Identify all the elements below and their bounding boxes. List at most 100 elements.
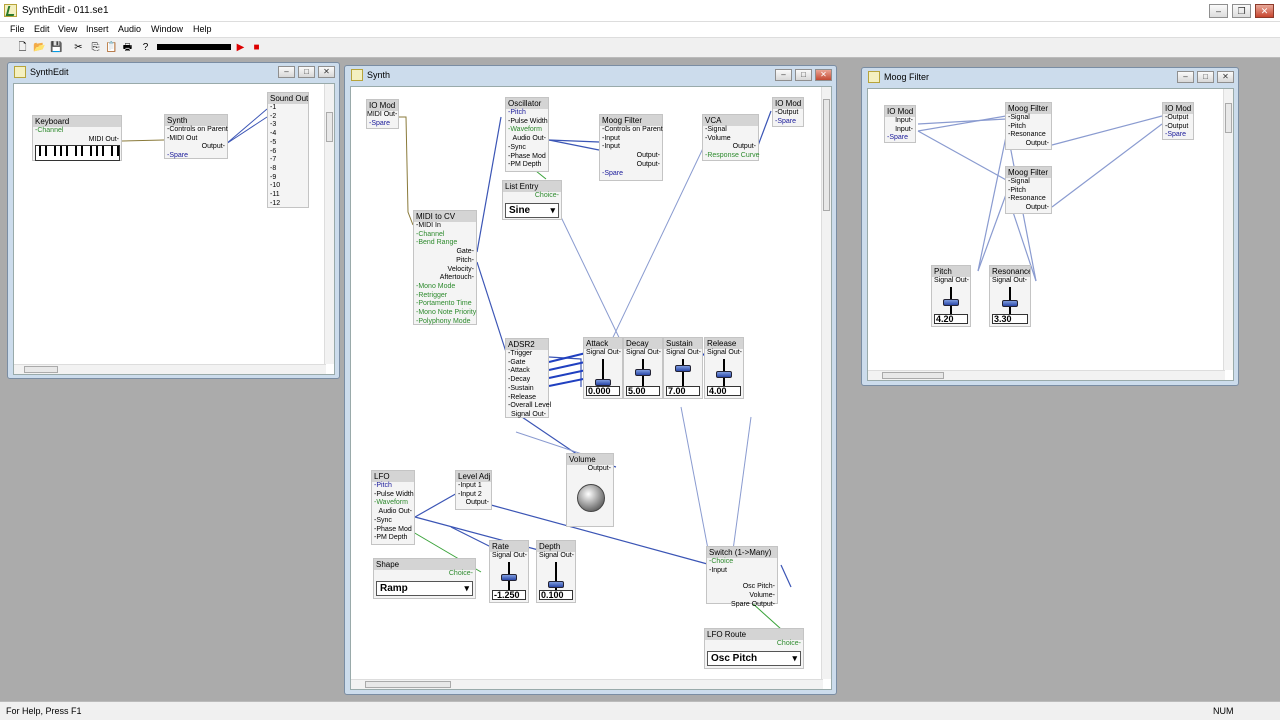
close-button[interactable]: ✕ — [318, 66, 335, 78]
depth-slider-module[interactable]: Depth Signal Out- 0.100 — [536, 540, 576, 603]
module-title: Sustain — [664, 338, 702, 349]
menu-file[interactable]: File — [10, 24, 25, 34]
slider-knob[interactable] — [595, 379, 611, 386]
module-title: Moog Filter — [1006, 167, 1051, 178]
midi-to-cv-module[interactable]: MIDI to CV -MIDI In -Channel -Bend Range… — [413, 210, 477, 325]
vca-module[interactable]: VCA -Signal -Volume Output- -Response Cu… — [702, 114, 759, 161]
pitch-slider-module[interactable]: Pitch Signal Out- 4.20 — [931, 265, 971, 327]
synth-container-module[interactable]: Synth -Controls on Parent -MIDI Out Outp… — [164, 114, 228, 159]
vertical-scrollbar[interactable] — [1223, 89, 1233, 370]
signal-out-pin: Signal Out- — [492, 552, 528, 559]
switch-module[interactable]: Switch (1->Many) -Choice -Input Osc Pitc… — [706, 546, 778, 608]
pin-label: -Signal — [1008, 114, 1030, 121]
lfo-route-select[interactable]: Osc Pitch — [707, 651, 801, 666]
sound-out-module[interactable]: Sound Out -1 -2 -3 -4 -5 -6 -7 -8 -9 -10… — [267, 92, 309, 208]
io-mod-output-module[interactable]: IO Mod -Output -Spare — [772, 97, 804, 127]
play-icon[interactable]: ▶ — [234, 41, 247, 54]
slider-value[interactable]: 7.00 — [666, 386, 700, 396]
keyboard-keys[interactable] — [35, 145, 120, 161]
sustain-slider-module[interactable]: Sustain Signal Out- 7.00 — [663, 337, 703, 399]
close-button[interactable]: ✕ — [1217, 71, 1234, 83]
volume-knob[interactable] — [577, 484, 605, 512]
slider-knob[interactable] — [501, 573, 517, 581]
restore-button[interactable]: ❐ — [1232, 4, 1251, 18]
module-title: Decay — [624, 338, 662, 349]
pin-label: -Phase Mod — [508, 152, 546, 160]
level-adj-module[interactable]: Level Adj -Input 1 -Input 2 Output- — [455, 470, 492, 510]
minimize-button[interactable]: – — [775, 69, 792, 81]
minimize-button[interactable]: – — [278, 66, 295, 78]
pin-label: Output- — [465, 499, 489, 507]
moog-filter-module[interactable]: Moog Filter -Controls on Parent -Input -… — [599, 114, 663, 181]
menu-help[interactable]: Help — [193, 24, 212, 34]
shape-select[interactable]: Ramp — [376, 581, 473, 596]
maximize-button[interactable]: □ — [298, 66, 315, 78]
synth-canvas[interactable]: IO Mod MIDI Out- -Spare Oscillator -Pitc… — [350, 86, 832, 690]
slider-value[interactable]: -1.250 — [492, 590, 526, 600]
rate-slider-module[interactable]: Rate Signal Out- -1.250 — [489, 540, 529, 603]
slider-value[interactable]: 3.30 — [992, 314, 1028, 324]
list-entry-module[interactable]: List Entry Choice- Sine — [502, 180, 562, 220]
lfo-route-module[interactable]: LFO Route Choice- Osc Pitch — [704, 628, 804, 669]
close-button[interactable]: ✕ — [1255, 4, 1274, 18]
lfo-module[interactable]: LFO -Pitch -Pulse Width -Waveform Audio … — [371, 470, 415, 545]
slider-value[interactable]: 0.000 — [586, 386, 620, 396]
window-title-bar[interactable]: Moog Filter – □ ✕ — [868, 70, 1234, 86]
menu-audio[interactable]: Audio — [118, 24, 141, 34]
paste-icon[interactable]: 📋 — [105, 41, 118, 54]
vertical-scrollbar[interactable] — [324, 84, 334, 364]
oscillator-module[interactable]: Oscillator -Pitch -Pulse Width -Waveform… — [505, 97, 549, 172]
horizontal-scrollbar[interactable] — [351, 679, 823, 689]
slider-value[interactable]: 4.00 — [707, 386, 741, 396]
maximize-button[interactable]: □ — [1197, 71, 1214, 83]
slider-knob[interactable] — [943, 298, 959, 306]
moog-filter-1-module[interactable]: Moog Filter -Signal -Pitch -Resonance Ou… — [1005, 102, 1052, 150]
minimize-button[interactable]: – — [1209, 4, 1228, 18]
slider-knob[interactable] — [635, 369, 651, 376]
adsr2-module[interactable]: ADSR2 -Trigger -Gate -Attack -Decay -Sus… — [505, 338, 551, 418]
slider-value[interactable]: 4.20 — [934, 314, 968, 324]
slider-knob[interactable] — [675, 365, 691, 372]
io-mod-output-module[interactable]: IO Mod -Output -Output -Spare — [1162, 102, 1194, 140]
io-mod-module[interactable]: IO Mod MIDI Out- -Spare — [366, 99, 399, 129]
close-button[interactable]: ✕ — [815, 69, 832, 81]
menu-view[interactable]: View — [58, 24, 77, 34]
keyboard-module[interactable]: Keyboard -Channel MIDI Out- — [32, 115, 122, 161]
attack-slider-module[interactable]: Attack Signal Out- 0.000 — [583, 337, 623, 399]
slider-knob[interactable] — [1002, 300, 1018, 308]
cut-icon[interactable]: ✂ — [72, 41, 85, 54]
print-icon[interactable]: 🖶 — [121, 41, 134, 54]
menu-window[interactable]: Window — [151, 24, 183, 34]
horizontal-scrollbar[interactable] — [868, 370, 1225, 380]
io-mod-module[interactable]: IO Mod Input- Input- -Spare — [884, 105, 916, 143]
window-title-bar[interactable]: SynthEdit – □ ✕ — [14, 65, 335, 81]
synthedit-canvas[interactable]: Keyboard -Channel MIDI Out- Synth -Contr… — [13, 83, 335, 375]
shape-list-module[interactable]: Shape Choice- Ramp — [373, 558, 476, 599]
vertical-scrollbar[interactable] — [821, 87, 831, 679]
stop-icon[interactable]: ■ — [250, 41, 263, 54]
menu-edit[interactable]: Edit — [34, 24, 50, 34]
menu-insert[interactable]: Insert — [86, 24, 109, 34]
save-icon[interactable]: 💾 — [50, 41, 63, 54]
decay-slider-module[interactable]: Decay Signal Out- 5.00 — [623, 337, 663, 399]
window-title-bar[interactable]: Synth – □ ✕ — [351, 68, 832, 84]
slider-value[interactable]: 5.00 — [626, 386, 660, 396]
waveform-select[interactable]: Sine — [505, 203, 559, 218]
moog-filter-2-module[interactable]: Moog Filter -Signal -Pitch -Resonance Ou… — [1005, 166, 1052, 214]
slider-track[interactable] — [682, 359, 684, 386]
release-slider-module[interactable]: Release Signal Out- 4.00 — [704, 337, 744, 399]
copy-icon[interactable]: ⎘ — [89, 41, 102, 54]
slider-knob[interactable] — [716, 371, 732, 378]
maximize-button[interactable]: □ — [795, 69, 812, 81]
minimize-button[interactable]: – — [1177, 71, 1194, 83]
volume-knob-module[interactable]: Volume Output- — [566, 453, 614, 527]
help-icon[interactable]: ? — [139, 41, 152, 54]
resonance-slider-module[interactable]: Resonance Signal Out- 3.30 — [989, 265, 1031, 327]
new-icon[interactable]: 🗋 — [16, 41, 29, 54]
slider-knob[interactable] — [548, 580, 564, 588]
open-icon[interactable]: 📂 — [33, 41, 46, 54]
moog-filter-canvas[interactable]: IO Mod Input- Input- -Spare Moog Filter … — [867, 88, 1234, 381]
horizontal-scrollbar[interactable] — [14, 364, 326, 374]
slider-value[interactable]: 0.100 — [539, 590, 573, 600]
pin-label: -6 — [270, 147, 277, 155]
